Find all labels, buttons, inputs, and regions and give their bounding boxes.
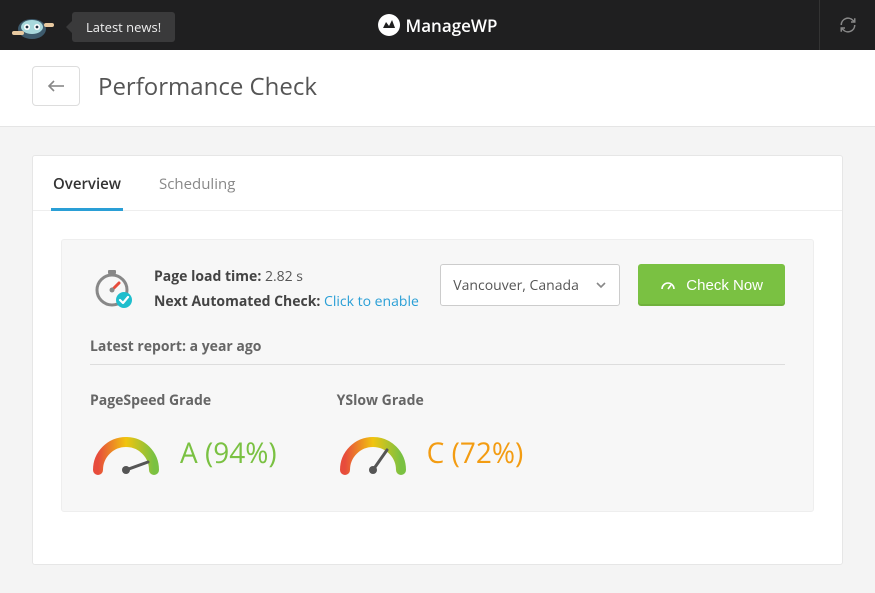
brand-name: ManageWP: [406, 14, 498, 37]
pagespeed-score: A (94%): [180, 434, 277, 472]
check-now-button[interactable]: Check Now: [638, 264, 785, 306]
yslow-title: YSlow Grade: [337, 391, 524, 410]
back-button[interactable]: [32, 66, 80, 106]
refresh-icon: [839, 16, 857, 34]
yslow-block: YSlow Grade C (72: [337, 391, 524, 483]
refresh-button[interactable]: [819, 0, 875, 50]
load-time-value: 2.82 s: [265, 267, 303, 286]
brand-logo[interactable]: ManageWP: [378, 14, 498, 37]
pagespeed-gauge-icon: [90, 422, 162, 483]
summary-text: Page load time: 2.82 s Next Automated Ch…: [154, 264, 422, 314]
tab-overview[interactable]: Overview: [51, 168, 123, 211]
divider: [90, 364, 785, 365]
overview-panel: Page load time: 2.82 s Next Automated Ch…: [61, 239, 814, 512]
mascot-icon: [0, 0, 60, 50]
pagespeed-block: PageSpeed Grade A: [90, 391, 277, 483]
pagespeed-title: PageSpeed Grade: [90, 391, 277, 410]
title-bar: Performance Check: [0, 50, 875, 127]
arrow-left-icon: [46, 78, 66, 94]
load-time-label: Page load time:: [154, 267, 261, 286]
enable-auto-check-link[interactable]: Click to enable: [324, 292, 419, 311]
latest-report-value: a year ago: [190, 337, 262, 356]
stopwatch-icon: [90, 264, 136, 315]
brand-mark-icon: [378, 14, 400, 36]
top-bar: Latest news! ManageWP: [0, 0, 875, 50]
summary-row: Page load time: 2.82 s Next Automated Ch…: [90, 264, 785, 315]
main-card: Overview Scheduling: [32, 155, 843, 565]
yslow-gauge-icon: [337, 422, 409, 483]
tab-scheduling[interactable]: Scheduling: [157, 168, 237, 211]
location-select[interactable]: Vancouver, Canada: [440, 264, 620, 306]
news-bubble[interactable]: Latest news!: [72, 12, 175, 42]
tabs: Overview Scheduling: [33, 156, 842, 211]
latest-report: Latest report: a year ago: [90, 337, 785, 356]
grades-row: PageSpeed Grade A: [90, 391, 785, 483]
gauge-small-icon: [660, 277, 676, 293]
check-now-label: Check Now: [686, 277, 763, 294]
content-area: Overview Scheduling: [0, 127, 875, 593]
latest-report-label: Latest report:: [90, 337, 186, 356]
yslow-score: C (72%): [427, 434, 524, 472]
chevron-down-icon: [595, 279, 607, 291]
next-check-label: Next Automated Check:: [154, 292, 320, 311]
page-title: Performance Check: [98, 70, 317, 103]
location-selected: Vancouver, Canada: [453, 276, 579, 295]
